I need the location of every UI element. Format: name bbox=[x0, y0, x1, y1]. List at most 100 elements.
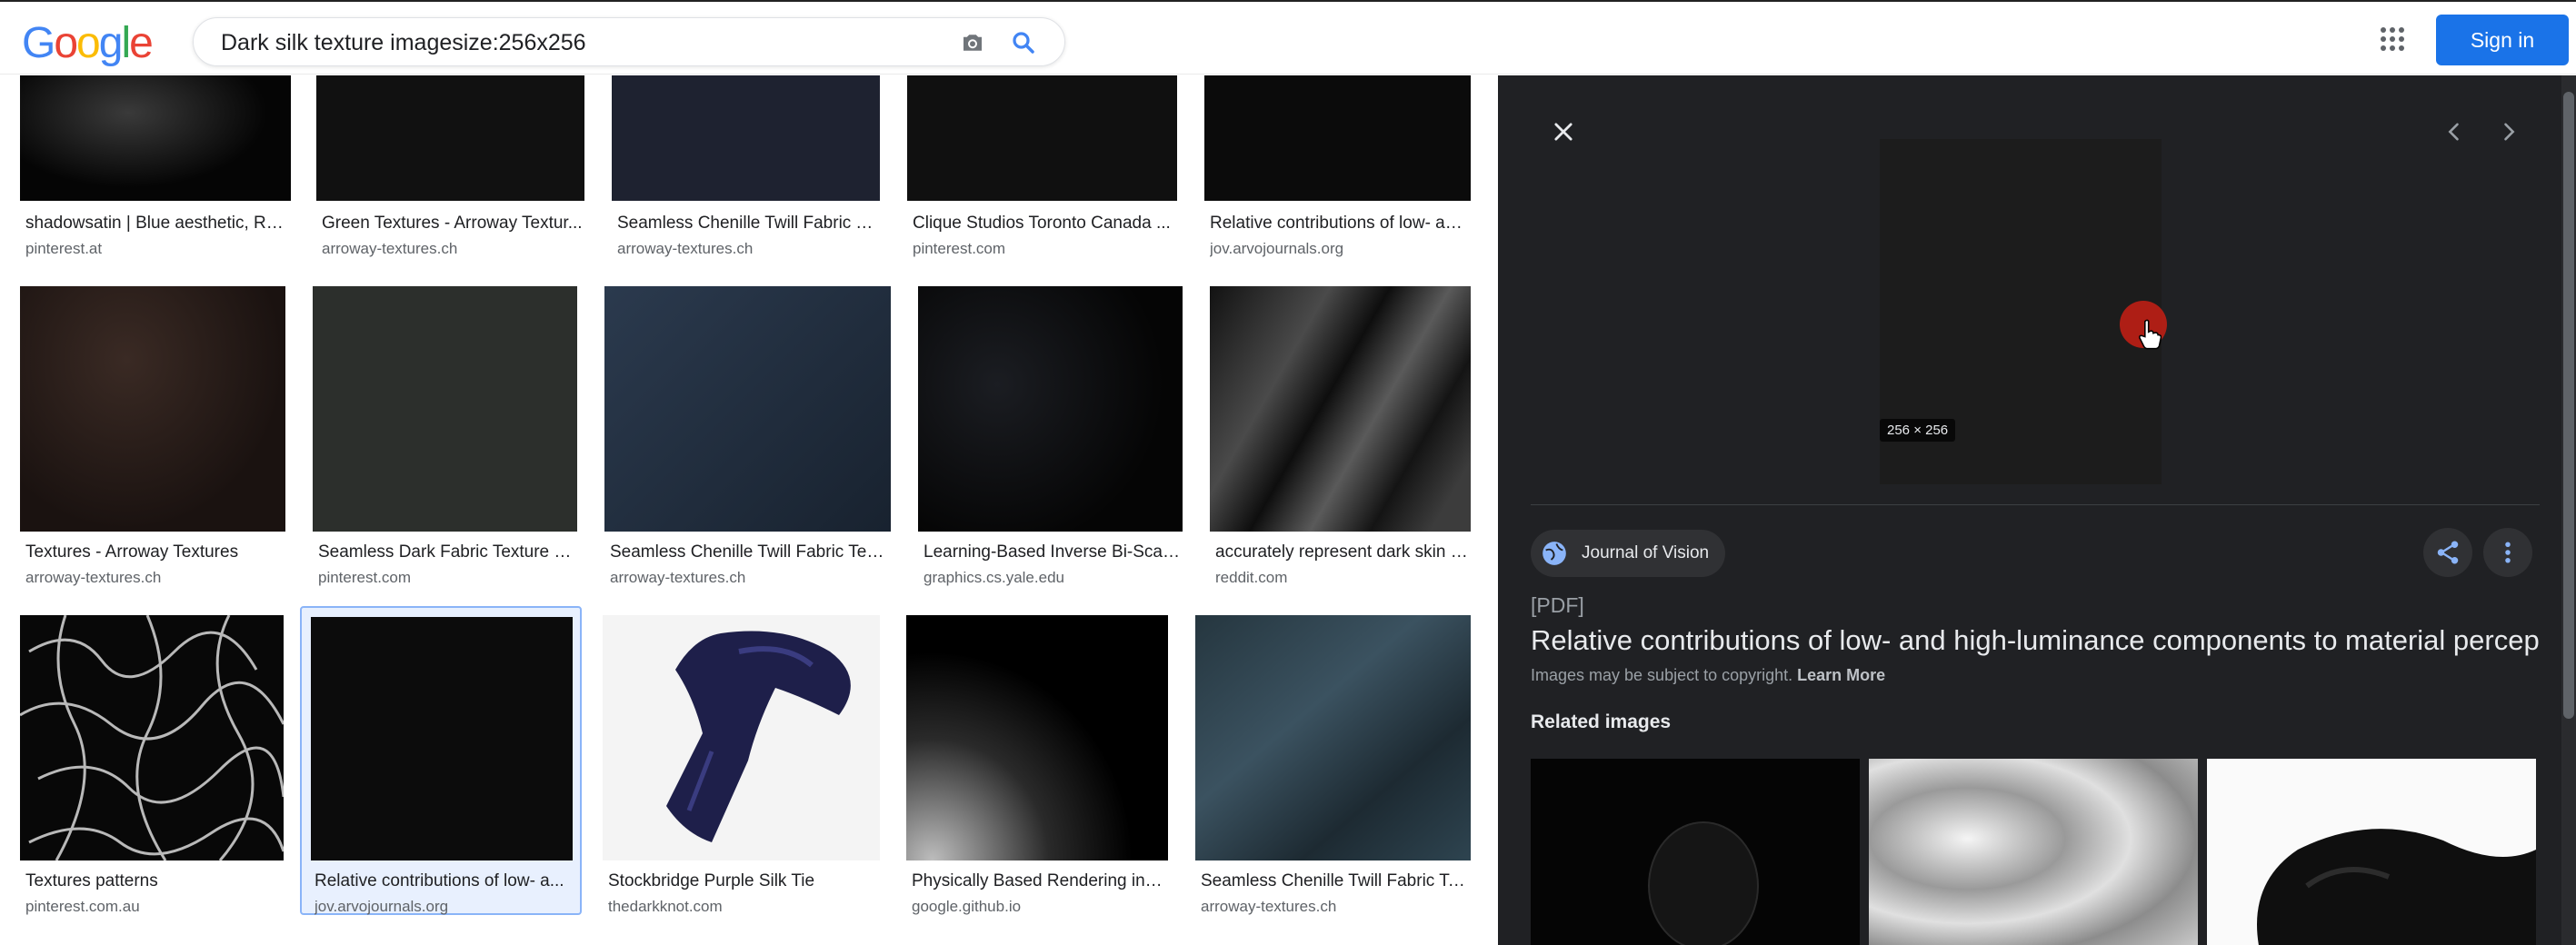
result-source: pinterest.com.au bbox=[25, 898, 140, 915]
file-type-label: [PDF] bbox=[1531, 593, 1584, 617]
result-image[interactable] bbox=[20, 615, 284, 860]
result-tile[interactable]: Textures patterns pinterest.com.au bbox=[20, 615, 284, 915]
result-tile[interactable]: Green Textures - Arroway Textur... arrow… bbox=[316, 75, 584, 266]
caustics-pattern-image bbox=[20, 615, 284, 860]
result-source: jov.arvojournals.org bbox=[315, 898, 449, 915]
result-image[interactable] bbox=[604, 286, 891, 532]
scrollbar-thumb[interactable] bbox=[2563, 92, 2574, 719]
result-image[interactable] bbox=[316, 75, 584, 201]
copyright-text: Images may be subject to copyright. bbox=[1531, 666, 1793, 684]
tie-image bbox=[666, 631, 851, 842]
result-title[interactable]: Learning-Based Inverse Bi-Scale... bbox=[924, 542, 1181, 562]
result-title[interactable]: Stockbridge Purple Silk Tie bbox=[608, 871, 878, 891]
result-image[interactable] bbox=[907, 75, 1177, 201]
preview-title-link[interactable]: Relative contributions of low- and high-… bbox=[1531, 624, 2540, 657]
result-tile[interactable]: Stockbridge Purple Silk Tie thedarkknot.… bbox=[603, 615, 880, 915]
logo-letter: o bbox=[76, 19, 101, 67]
result-image[interactable] bbox=[20, 286, 285, 532]
search-input[interactable] bbox=[221, 27, 912, 58]
image-preview-panel: 256 × 256 Journal of Vision [PDF] Relati… bbox=[1498, 75, 2576, 945]
result-source: pinterest.com bbox=[318, 569, 412, 586]
related-tie bbox=[2257, 829, 2536, 945]
related-dark-sphere bbox=[1648, 821, 1759, 945]
result-title[interactable]: Seamless Dark Fabric Texture | ... bbox=[318, 542, 575, 562]
result-tile[interactable]: Relative contributions of low- an... jov… bbox=[1204, 75, 1471, 266]
divider bbox=[1531, 504, 2540, 505]
chevron-right-icon[interactable] bbox=[2496, 119, 2521, 144]
result-image[interactable] bbox=[603, 615, 880, 860]
result-source: thedarkknot.com bbox=[608, 898, 723, 915]
camera-icon[interactable] bbox=[959, 29, 986, 56]
result-source: arroway-textures.ch bbox=[25, 569, 162, 586]
result-source: arroway-textures.ch bbox=[322, 240, 458, 257]
globe-icon bbox=[1543, 542, 1566, 565]
result-title[interactable]: Physically Based Rendering in F... bbox=[912, 871, 1166, 891]
result-source: pinterest.at bbox=[25, 240, 103, 257]
sign-in-button[interactable]: Sign in bbox=[2436, 15, 2569, 65]
result-source: graphics.cs.yale.edu bbox=[924, 569, 1064, 586]
more-options-button[interactable] bbox=[2483, 528, 2532, 577]
result-tile[interactable]: accurately represent dark skin t... redd… bbox=[1210, 286, 1471, 586]
result-tile[interactable]: shadowsatin | Blue aesthetic, Re... pint… bbox=[20, 75, 291, 266]
result-tile[interactable]: Clique Studios Toronto Canada ... pinter… bbox=[907, 75, 1177, 266]
search-icon[interactable] bbox=[1010, 29, 1037, 56]
result-source: arroway-textures.ch bbox=[1201, 898, 1337, 915]
result-tile[interactable]: Seamless Dark Fabric Texture | ... pinte… bbox=[313, 286, 577, 586]
result-title[interactable]: Relative contributions of low- a... bbox=[315, 871, 571, 891]
result-title[interactable]: Clique Studios Toronto Canada ... bbox=[913, 214, 1175, 234]
result-tile-selected[interactable]: Relative contributions of low- a... jov.… bbox=[300, 606, 582, 915]
result-image[interactable] bbox=[906, 615, 1168, 860]
result-source: jov.arvojournals.org bbox=[1210, 240, 1344, 257]
result-source: arroway-textures.ch bbox=[617, 240, 754, 257]
learn-more-link[interactable]: Learn More bbox=[1797, 666, 1885, 684]
result-title[interactable]: Green Textures - Arroway Textur... bbox=[322, 214, 583, 234]
result-source: arroway-textures.ch bbox=[610, 569, 746, 586]
result-tile[interactable]: Seamless Chenille Twill Fabric Tex... ar… bbox=[604, 286, 891, 586]
result-image[interactable] bbox=[20, 75, 291, 201]
result-source: google.github.io bbox=[912, 898, 1022, 915]
related-image[interactable] bbox=[2207, 759, 2536, 945]
result-tile[interactable]: Seamless Chenille Twill Fabric Te... arr… bbox=[1195, 615, 1471, 915]
result-image[interactable] bbox=[1195, 615, 1471, 860]
result-image[interactable] bbox=[311, 617, 573, 860]
copyright-notice: Images may be subject to copyright. Lear… bbox=[1531, 666, 1885, 685]
google-logo[interactable]: Google bbox=[22, 18, 154, 68]
result-image[interactable] bbox=[612, 75, 880, 201]
result-title[interactable]: Textures - Arroway Textures bbox=[25, 542, 285, 562]
result-tile[interactable]: Seamless Chenille Twill Fabric T... arro… bbox=[612, 75, 880, 266]
image-results-grid: shadowsatin | Blue aesthetic, Re... pint… bbox=[0, 75, 1498, 945]
result-title[interactable]: Seamless Chenille Twill Fabric Te... bbox=[1201, 871, 1469, 891]
result-title[interactable]: Seamless Chenille Twill Fabric Tex... bbox=[610, 542, 889, 562]
hand-cursor-icon bbox=[2139, 319, 2162, 350]
logo-letter: g bbox=[98, 19, 124, 67]
result-title[interactable]: accurately represent dark skin t... bbox=[1215, 542, 1469, 562]
result-title[interactable]: shadowsatin | Blue aesthetic, Re... bbox=[25, 214, 289, 234]
source-chip[interactable]: Journal of Vision bbox=[1531, 530, 1726, 577]
source-name: Journal of Vision bbox=[1582, 543, 1710, 562]
close-icon[interactable] bbox=[1551, 119, 1576, 144]
result-title[interactable]: Relative contributions of low- an... bbox=[1210, 214, 1469, 234]
chevron-left-icon[interactable] bbox=[2441, 119, 2467, 144]
apps-grid-icon[interactable] bbox=[2379, 25, 2406, 53]
result-tile[interactable]: Learning-Based Inverse Bi-Scale... graph… bbox=[918, 286, 1183, 586]
result-image[interactable] bbox=[313, 286, 577, 532]
result-image[interactable] bbox=[918, 286, 1183, 532]
more-vert-icon bbox=[2505, 542, 2511, 563]
result-tile[interactable]: Physically Based Rendering in F... googl… bbox=[906, 615, 1168, 915]
result-image[interactable] bbox=[1210, 286, 1471, 532]
result-title[interactable]: Textures patterns bbox=[25, 871, 282, 891]
result-image[interactable] bbox=[1204, 75, 1471, 201]
logo-letter: o bbox=[54, 19, 78, 67]
share-icon bbox=[2437, 541, 2459, 564]
logo-letter: l bbox=[121, 19, 131, 67]
result-tile[interactable]: Textures - Arroway Textures arroway-text… bbox=[20, 286, 285, 586]
result-source: reddit.com bbox=[1215, 569, 1288, 586]
logo-letter: G bbox=[22, 19, 55, 67]
search-box bbox=[193, 17, 1065, 66]
logo-letter: e bbox=[129, 19, 154, 67]
result-title[interactable]: Seamless Chenille Twill Fabric T... bbox=[617, 214, 878, 234]
related-image[interactable] bbox=[1869, 759, 2198, 945]
share-button[interactable] bbox=[2423, 528, 2472, 577]
related-image[interactable] bbox=[1531, 759, 1860, 945]
image-size-badge: 256 × 256 bbox=[1880, 419, 1956, 442]
